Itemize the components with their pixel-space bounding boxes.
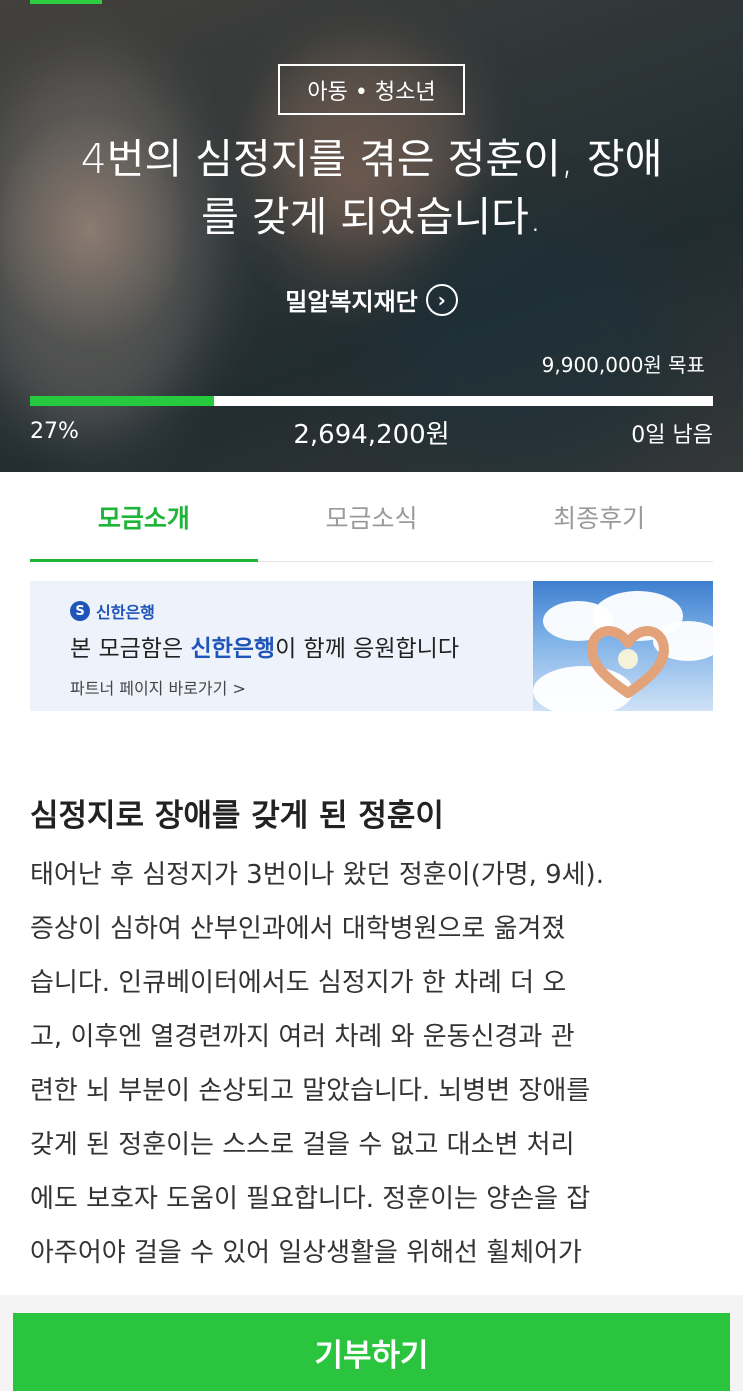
story-line: 갖게 된 정훈이는 스스로 걸을 수 없고 대소변 처리 xyxy=(30,1130,575,1160)
donate-button[interactable]: 기부하기 xyxy=(13,1313,730,1391)
partner-text-suffix: 이 함께 응원합니다 xyxy=(275,636,459,662)
bank-brand: S 신한은행 xyxy=(70,599,155,623)
story-line: 련한 뇌 부분이 손상되고 말았습니다. 뇌병변 장애를 xyxy=(30,1076,591,1106)
story-line: 증상이 심하여 산부인과에서 대학병원으로 옮겨졌 xyxy=(30,914,566,944)
tab-final-review[interactable]: 최종후기 xyxy=(485,472,713,561)
partner-page-link[interactable]: 파트너 페이지 바로가기 > xyxy=(70,675,246,699)
partner-banner[interactable]: S 신한은행 본 모금함은 신한은행이 함께 응원합니다 파트너 페이지 바로가… xyxy=(30,581,713,711)
chevron-right-circle-icon: › xyxy=(425,283,458,316)
fundraiser-title-line: 를 갖게 되었습니다. xyxy=(201,193,542,241)
content-tabs: 모금소개 모금소식 최종후기 xyxy=(30,472,713,562)
bank-logo-icon: S xyxy=(70,601,90,621)
progress-bar xyxy=(30,396,713,406)
story-line: 습니다. 인큐베이터에서도 심정지가 한 차례 더 오 xyxy=(30,968,567,998)
fundraiser-title-line: 4번의 심정지를 겪은 정훈이, 장애 xyxy=(80,135,663,183)
bank-name: 신한은행 xyxy=(96,603,155,622)
story-line: 고, 이후엔 열경련까지 여러 차례 와 운동신경과 관 xyxy=(30,1022,575,1052)
heart-hands-image xyxy=(533,581,713,711)
partner-text-highlight: 신한은행 xyxy=(190,636,276,662)
section-title: 심정지로 장애를 갖게 된 정훈이 xyxy=(30,798,444,834)
page-scroll-indicator xyxy=(30,0,102,4)
organization-link[interactable]: 밀알복지재단 › xyxy=(0,282,743,317)
tab-news[interactable]: 모금소식 xyxy=(258,472,486,561)
partner-text: 본 모금함은 신한은행이 함께 응원합니다 xyxy=(70,629,459,663)
goal-amount: 9,900,000원 목표 xyxy=(541,353,705,377)
partner-text-prefix: 본 모금함은 xyxy=(70,636,191,662)
story-line: 에도 보호자 도움이 필요합니다. 정훈이는 양손을 잡 xyxy=(30,1184,591,1214)
fundraiser-title: 4번의 심정지를 겪은 정훈이, 장애 를 갖게 되었습니다. xyxy=(40,130,703,246)
progress-fill xyxy=(30,396,215,406)
days-left: 0일 남음 xyxy=(631,423,713,448)
story-body: 태어난 후 심정지가 3번이나 왔던 정훈이(가명, 9세). 증상이 심하여 … xyxy=(30,848,713,1280)
story-line: 태어난 후 심정지가 3번이나 왔던 정훈이(가명, 9세). xyxy=(30,860,604,890)
hero-banner: 아동 • 청소년 4번의 심정지를 겪은 정훈이, 장애 를 갖게 되었습니다.… xyxy=(0,0,743,472)
heart-hands-icon xyxy=(587,626,669,698)
organization-name: 밀알복지재단 xyxy=(285,288,418,316)
category-badge: 아동 • 청소년 xyxy=(278,64,465,115)
story-line: 아주어야 걸을 수 있어 일상생활을 위해선 휠체어가 xyxy=(30,1238,582,1268)
tab-intro[interactable]: 모금소개 xyxy=(30,472,258,562)
